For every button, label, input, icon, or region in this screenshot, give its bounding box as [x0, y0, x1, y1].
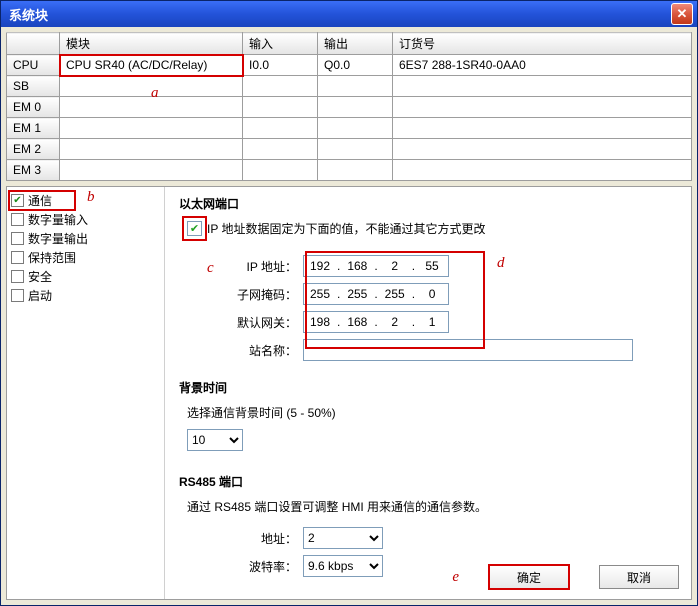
close-button[interactable]: ✕ [671, 3, 693, 25]
lower-split: ✔ 通信 数字量输入 数字量输出 保持范围 安全 启动 b 以太网端口 ✔ IP … [6, 186, 692, 600]
gw-octet-4[interactable] [416, 315, 448, 329]
sidebar-item-din[interactable]: 数字量输入 [9, 210, 162, 229]
cell-output[interactable]: Q0.0 [318, 55, 393, 76]
sidebar: ✔ 通信 数字量输入 数字量输出 保持范围 安全 启动 b [7, 187, 165, 599]
gateway-field[interactable]: . . . [303, 311, 449, 333]
cancel-button[interactable]: 取消 [599, 565, 679, 589]
annotation-e: e [452, 569, 459, 586]
rs485-group-title: RS485 端口 [179, 473, 677, 490]
rs485-baud-label: 波特率： [187, 558, 297, 575]
sidebar-item-label: 启动 [28, 287, 52, 304]
table-header-row: 模块 输入 输出 订货号 [7, 33, 692, 55]
station-label: 站名称： [187, 342, 297, 359]
bg-group-title: 背景时间 [179, 379, 677, 396]
fix-ip-checkbox[interactable]: ✔ [187, 221, 202, 236]
ip-label: IP 地址： [187, 258, 297, 275]
mask-octet-1[interactable] [304, 287, 336, 301]
table-row[interactable]: EM 2 [7, 139, 692, 160]
fix-ip-label: IP 地址数据固定为下面的值，不能通过其它方式更改 [207, 220, 485, 237]
annotation-b: b [87, 189, 95, 206]
close-icon: ✕ [677, 6, 688, 22]
ip-octet-1[interactable] [304, 259, 336, 273]
sidebar-item-label: 安全 [28, 268, 52, 285]
col-blank [7, 33, 60, 55]
check-icon [11, 213, 24, 226]
rs485-addr-select[interactable]: 2 [303, 527, 383, 549]
mask-octet-4[interactable] [416, 287, 448, 301]
check-icon [11, 270, 24, 283]
gw-label: 默认网关： [187, 314, 297, 331]
system-block-dialog: 系统块 ✕ 模块 输入 输出 订货号 CPU CPU SR40 (AC/DC/R… [0, 0, 698, 606]
col-output[interactable]: 输出 [318, 33, 393, 55]
window-title: 系统块 [9, 5, 671, 24]
col-input[interactable]: 输入 [243, 33, 318, 55]
right-panel: 以太网端口 ✔ IP 地址数据固定为下面的值，不能通过其它方式更改 c IP 地… [165, 187, 691, 599]
rs485-desc: 通过 RS485 端口设置可调整 HMI 用来通信的通信参数。 [187, 498, 677, 515]
sidebar-item-label: 保持范围 [28, 249, 76, 266]
module-table: 模块 输入 输出 订货号 CPU CPU SR40 (AC/DC/Relay) … [6, 32, 692, 181]
table-row[interactable]: CPU CPU SR40 (AC/DC/Relay) I0.0 Q0.0 6ES… [7, 55, 692, 76]
sidebar-item-label: 数字量输出 [28, 230, 88, 247]
table-row[interactable]: EM 3 [7, 160, 692, 181]
ip-octet-3[interactable] [379, 259, 411, 273]
check-icon [11, 289, 24, 302]
ok-button[interactable]: 确定 [489, 565, 569, 589]
sidebar-item-label: 通信 [28, 192, 52, 209]
gw-octet-3[interactable] [379, 315, 411, 329]
sidebar-item-comm[interactable]: ✔ 通信 [9, 191, 75, 210]
col-module[interactable]: 模块 [60, 33, 243, 55]
sidebar-item-retain[interactable]: 保持范围 [9, 248, 162, 267]
table-row[interactable]: EM 0 [7, 97, 692, 118]
gw-octet-1[interactable] [304, 315, 336, 329]
check-icon [11, 251, 24, 264]
titlebar: 系统块 ✕ [1, 1, 697, 27]
ip-address-field[interactable]: . . . [303, 255, 449, 277]
table-row[interactable]: EM 1 [7, 118, 692, 139]
sidebar-item-security[interactable]: 安全 [9, 267, 162, 286]
content-area: 模块 输入 输出 订货号 CPU CPU SR40 (AC/DC/Relay) … [1, 27, 697, 605]
bg-desc: 选择通信背景时间 (5 - 50%) [187, 404, 677, 421]
rs485-baud-select[interactable]: 9.6 kbps [303, 555, 383, 577]
subnet-mask-field[interactable]: . . . [303, 283, 449, 305]
sidebar-item-startup[interactable]: 启动 [9, 286, 162, 305]
ip-octet-2[interactable] [341, 259, 373, 273]
check-icon [11, 232, 24, 245]
check-icon: ✔ [11, 194, 24, 207]
gw-octet-2[interactable] [341, 315, 373, 329]
button-row: e 确定 取消 [452, 565, 679, 589]
row-hd-cpu: CPU [7, 55, 60, 76]
cell-input[interactable]: I0.0 [243, 55, 318, 76]
cell-order[interactable]: 6ES7 288-1SR40-0AA0 [393, 55, 692, 76]
sidebar-item-label: 数字量输入 [28, 211, 88, 228]
mask-octet-3[interactable] [379, 287, 411, 301]
cell-module-cpu[interactable]: CPU SR40 (AC/DC/Relay) [60, 55, 243, 76]
table-row[interactable]: SB [7, 76, 692, 97]
eth-group-title: 以太网端口 [179, 195, 677, 212]
station-name-input[interactable] [303, 339, 633, 361]
mask-label: 子网掩码： [187, 286, 297, 303]
sidebar-item-dout[interactable]: 数字量输出 [9, 229, 162, 248]
mask-octet-2[interactable] [341, 287, 373, 301]
rs485-addr-label: 地址： [187, 530, 297, 547]
fix-ip-row[interactable]: ✔ IP 地址数据固定为下面的值，不能通过其它方式更改 [187, 220, 677, 237]
bg-time-select[interactable]: 10 [187, 429, 243, 451]
col-order[interactable]: 订货号 [393, 33, 692, 55]
ip-octet-4[interactable] [416, 259, 448, 273]
